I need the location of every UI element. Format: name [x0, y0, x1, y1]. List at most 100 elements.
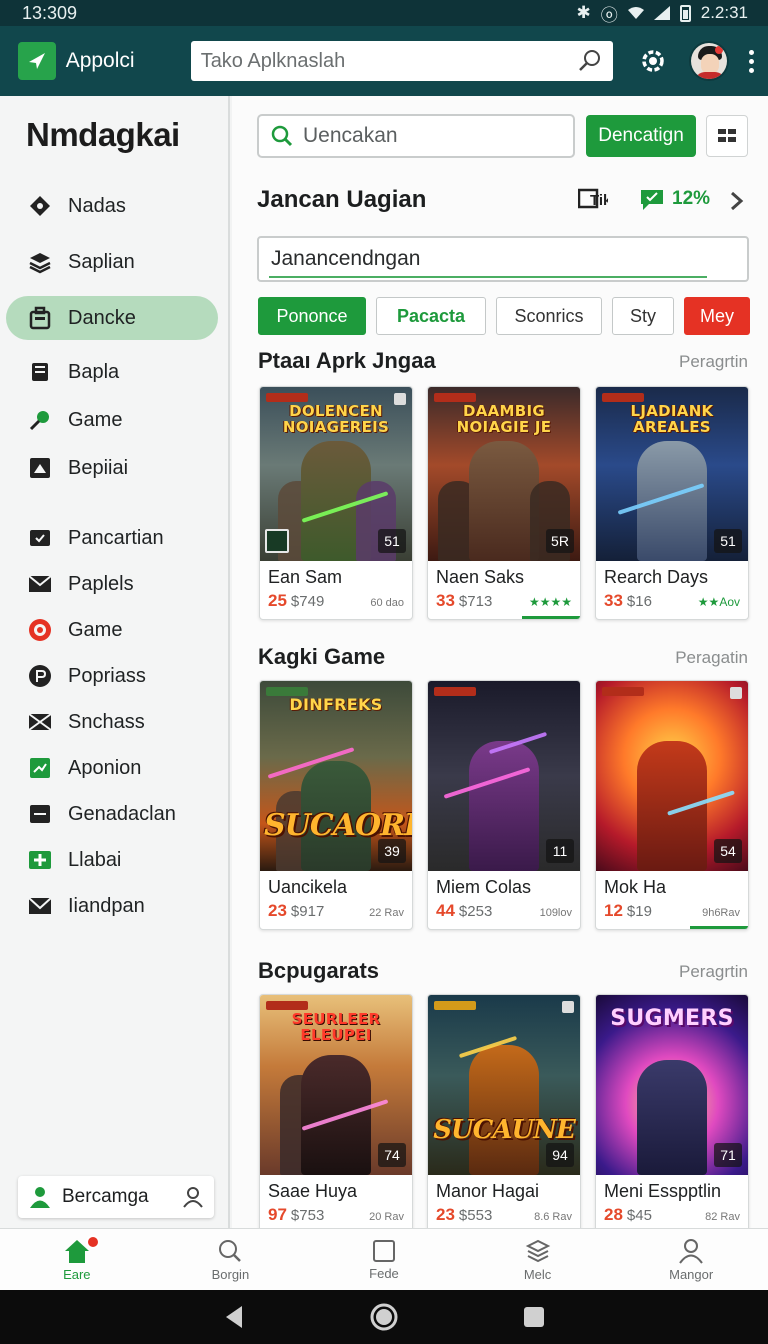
bottom-nav-home[interactable]: Eare [22, 1229, 132, 1290]
game-card[interactable]: 11 Miem Colas 44 $253 109lov [427, 680, 581, 930]
game-card[interactable]: DINFREKS SUCAORE 39 Uancikela 23 $917 22 R… [259, 680, 413, 930]
search-button[interactable]: Dencatign [586, 115, 696, 157]
sidebar-item-nadas[interactable]: Nadas [6, 184, 218, 228]
sidebar: Nmdagkai Nadas Saplian Dancke Bapla Game… [0, 96, 230, 1228]
progress-bar [522, 616, 580, 619]
person-icon [679, 1238, 703, 1264]
app-bar: Appolci Tako Aplknaslah [0, 26, 768, 96]
game-cover-art: SUCAUNE 94 [428, 995, 580, 1175]
game-card[interactable]: SUGMERS 71 Meni Esspptlin 28 $45 82 Rav [595, 994, 749, 1228]
chip-pacacta[interactable]: Pacacta [376, 297, 486, 335]
filter-input[interactable]: Janancendngan [257, 236, 749, 282]
settings-gear-icon[interactable] [639, 47, 667, 75]
wifi-icon [627, 7, 644, 19]
bottom-nav: Eare Borgin Fede Melc Mangor [0, 1228, 768, 1290]
chip-pononce[interactable]: Pononce [258, 297, 366, 335]
game-cover-art: SEURLEER ELEUPEI 74 [260, 995, 412, 1175]
game-title: Meni Esspptlin [604, 1181, 722, 1201]
notification-dot [715, 46, 723, 54]
filter-chips: Pononce Pacacta Sconrics Sty Mey [258, 297, 750, 335]
bottom-nav-layers[interactable]: Melc [483, 1229, 593, 1290]
square-icon [372, 1239, 395, 1262]
search-icon [219, 1239, 242, 1262]
app-name: Appolci [65, 49, 135, 72]
search-icon [579, 50, 601, 71]
back-icon[interactable] [222, 1304, 246, 1330]
app-logo-icon[interactable] [18, 42, 56, 80]
section-title: Bcpugarats [258, 958, 380, 983]
game-title: Naen Saks [436, 567, 525, 587]
top-search-input[interactable]: Tako Aplknaslah [190, 41, 614, 81]
sidebar-item-dancke[interactable]: Dancke [6, 296, 218, 340]
target-icon [26, 616, 54, 644]
game-card[interactable]: DOLENCEN NOIAGEREIS 51 Ean Sam 25 $749 60 … [259, 386, 413, 620]
sidebar-item-bapla[interactable]: Bapla [6, 350, 218, 394]
chart-icon [26, 754, 54, 782]
sidebar-item-game[interactable]: Game [6, 398, 218, 442]
game-cover-art: LJADIANK AREALES 51 [596, 387, 748, 561]
status-icons: ✱ ⓞ 2.2:31 [576, 1, 748, 26]
diamond-icon [26, 192, 54, 220]
game-card[interactable]: LJADIANK AREALES 51 Rearch Days 33 $16 ★★A… [595, 386, 749, 620]
mail-icon [26, 570, 54, 598]
game-card[interactable]: DAAMBIG NOIAGIE JE 5R Naen Saks 33 $713 ★★… [427, 386, 581, 620]
game-cover-art: DINFREKS SUCAORE 39 [260, 681, 412, 871]
sidebar-item-paplels[interactable]: Paplels [6, 562, 218, 606]
sidebar-item-popriass[interactable]: Popriass [6, 654, 218, 698]
account-icon [30, 1187, 50, 1208]
sidebar-item-aponion[interactable]: Aponion [6, 746, 218, 790]
sidebar-item-llabai[interactable]: Llabai [6, 838, 218, 882]
mail-x-icon [26, 708, 54, 736]
layers-icon [26, 248, 54, 276]
sidebar-item-genadaclan[interactable]: Genadaclan [6, 792, 218, 836]
user-avatar[interactable] [689, 41, 729, 81]
grid-view-icon[interactable] [706, 115, 748, 157]
search-icon [271, 125, 293, 147]
section-more-link[interactable]: Peragatin [675, 648, 748, 668]
game-card[interactable]: SEURLEER ELEUPEI 74 Saae Huya 97 $753 20 R… [259, 994, 413, 1228]
printer-icon [26, 358, 54, 386]
sidebar-item-snchass[interactable]: Snchass [6, 700, 218, 744]
mountain-icon [26, 454, 54, 482]
bottom-nav-profile[interactable]: Mangor [636, 1229, 746, 1290]
section-more-link[interactable]: Peragrtin [679, 352, 748, 372]
section-title: Kagki Game [258, 644, 386, 669]
game-title: Saae Huya [268, 1181, 358, 1201]
person-icon [183, 1187, 203, 1208]
user-chip-label: Bercamga [62, 1186, 149, 1207]
check-box-icon [26, 524, 54, 552]
sidebar-item-pancartian[interactable]: Pancartian [6, 516, 218, 560]
game-card[interactable]: SUCAUNE 94 Manor Hagai 23 $553 8.6 Rav [427, 994, 581, 1228]
chip-sty[interactable]: Sty [612, 297, 674, 335]
game-card[interactable]: 54 Mok Ha 12 $19 9h6Rav [595, 680, 749, 930]
notification-dot [85, 1235, 100, 1249]
sidebar-item-saplian[interactable]: Saplian [6, 240, 218, 284]
game-title: Uancikela [268, 877, 348, 897]
sidebar-item-bepiiai[interactable]: Bepiiai [6, 446, 218, 490]
sword-icon [265, 529, 289, 553]
bluetooth-icon: ✱ [576, 3, 591, 22]
chip-mey[interactable]: Mey [684, 297, 750, 335]
recents-icon[interactable] [522, 1305, 546, 1329]
game-title: Ean Sam [268, 567, 343, 587]
main-search-input[interactable]: Uencakan [257, 114, 575, 158]
signal-icon [653, 6, 670, 20]
overflow-menu-icon[interactable] [749, 49, 754, 73]
home-button-icon[interactable] [369, 1302, 399, 1332]
page-title: Jancan Uagian [257, 186, 427, 213]
chip-sconrics[interactable]: Sconrics [496, 297, 602, 335]
main-content: Uencakan Dencatign Jancan Uagian Tik 12%… [232, 96, 768, 1228]
mail-dark-icon [26, 892, 54, 920]
section-more-link[interactable]: Peragrtin [679, 962, 748, 982]
game-title: Manor Hagai [436, 1181, 540, 1201]
flag-icon [641, 190, 663, 210]
tk-toggle[interactable]: Tik [578, 188, 608, 210]
main-search-placeholder: Uencakan [303, 124, 398, 147]
sidebar-item-game-2[interactable]: Game [6, 608, 218, 652]
bottom-nav-search[interactable]: Borgin [175, 1229, 285, 1290]
user-account-chip[interactable]: Bercamga [18, 1176, 214, 1218]
progress-bar [690, 926, 748, 929]
bottom-nav-feed[interactable]: Fede [329, 1229, 439, 1290]
sidebar-item-iiandpan[interactable]: Iiandpan [6, 884, 218, 928]
chevron-right-icon[interactable] [728, 190, 746, 212]
